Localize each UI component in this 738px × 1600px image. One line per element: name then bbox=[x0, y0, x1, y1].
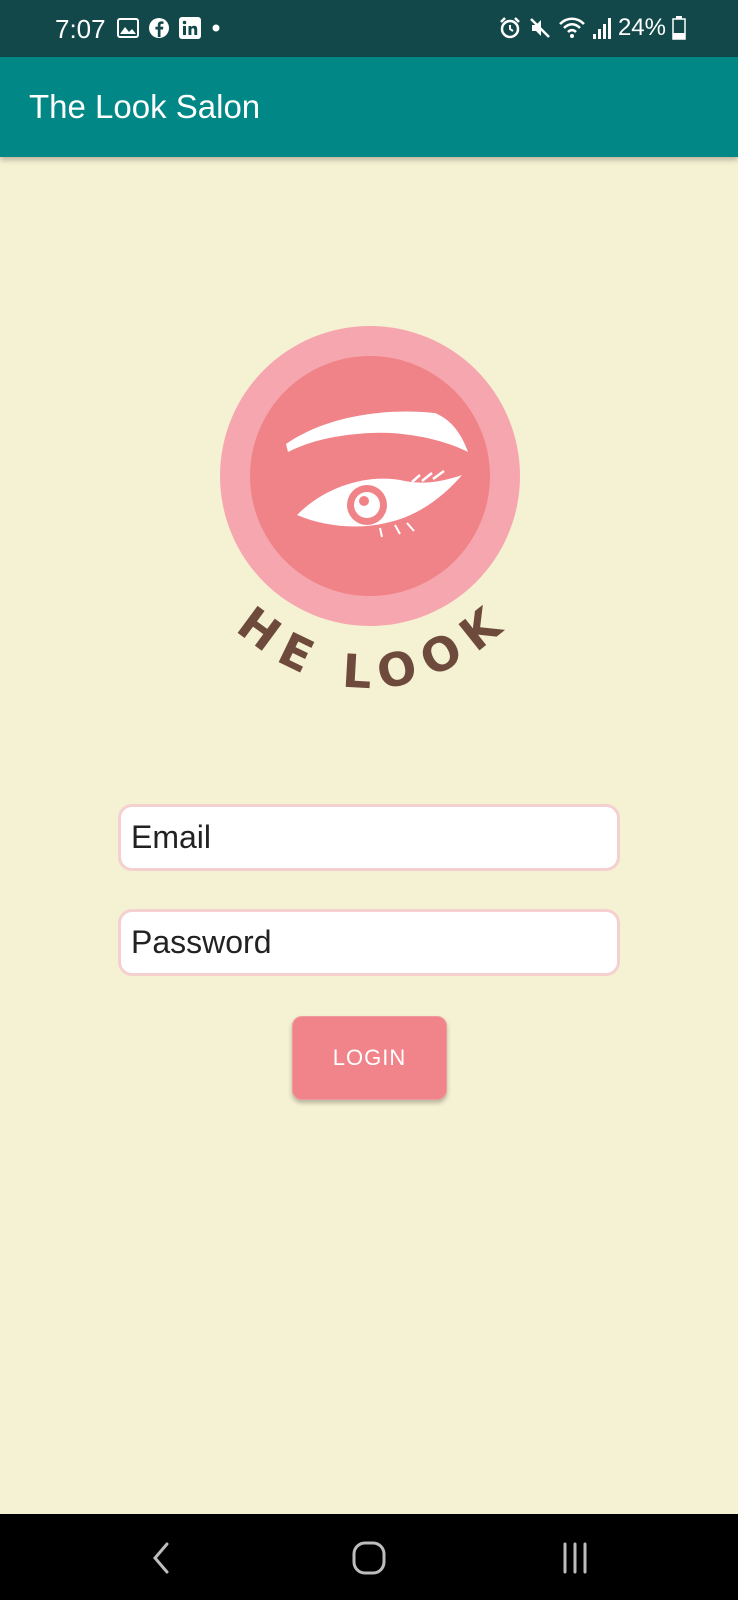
gallery-icon bbox=[117, 18, 139, 38]
alarm-icon bbox=[500, 17, 520, 39]
logo-inner-circle bbox=[250, 356, 490, 596]
status-notification-icons bbox=[117, 17, 222, 39]
battery-percent: 24% bbox=[617, 14, 666, 41]
home-icon bbox=[352, 1541, 386, 1575]
mute-icon bbox=[530, 18, 550, 38]
linkedin-icon bbox=[179, 17, 201, 39]
email-input[interactable] bbox=[121, 807, 617, 868]
home-button[interactable] bbox=[344, 1536, 394, 1580]
salon-logo: THE LOOK! bbox=[178, 282, 540, 725]
wifi-icon bbox=[559, 17, 585, 38]
recents-icon bbox=[563, 1542, 587, 1574]
status-system-icons: 24% bbox=[498, 14, 686, 42]
navigation-bar bbox=[0, 1514, 738, 1600]
battery-icon bbox=[672, 16, 686, 40]
recents-button[interactable] bbox=[550, 1536, 600, 1580]
password-field[interactable] bbox=[118, 909, 620, 976]
password-input[interactable] bbox=[121, 912, 617, 973]
back-icon bbox=[153, 1542, 169, 1574]
app-bar: The Look Salon bbox=[0, 57, 738, 157]
app-title: The Look Salon bbox=[29, 88, 261, 125]
status-time: 7:07 bbox=[55, 14, 106, 44]
status-bar: 7:07 24% bbox=[0, 0, 738, 57]
email-field[interactable] bbox=[118, 804, 620, 871]
signal-icon bbox=[592, 18, 611, 39]
notification-dot-icon bbox=[212, 24, 220, 32]
facebook-icon bbox=[149, 18, 169, 38]
login-button[interactable]: LOGIN bbox=[292, 1016, 447, 1100]
back-button[interactable] bbox=[136, 1536, 186, 1580]
